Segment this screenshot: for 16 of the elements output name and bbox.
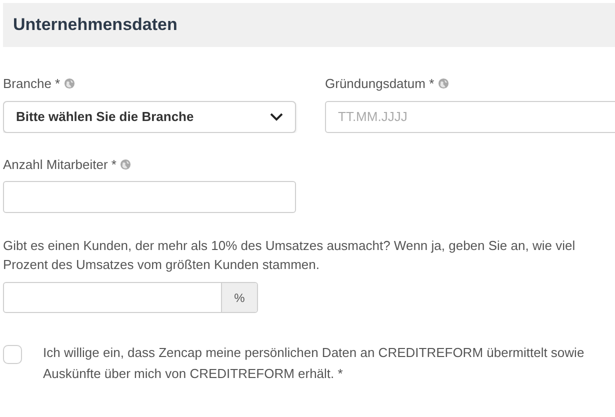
branch-select[interactable]: Bitte wählen Sie die Branche xyxy=(3,100,296,132)
percent-addon: % xyxy=(221,283,257,312)
field-label: Gründungsdatum * xyxy=(325,75,434,93)
consent-text: Ich willige ein, dass Zencap meine persönlichen Daten an CREDITREFORM übermittelt sowie Auskünfte über mich von CREDITREFORM erhält. * xyxy=(43,344,586,383)
help-icon[interactable] xyxy=(438,78,450,90)
help-icon[interactable] xyxy=(64,78,76,90)
consent-checkbox[interactable] xyxy=(3,345,22,364)
field-label: Branche * xyxy=(3,75,60,93)
chevron-down-icon xyxy=(270,112,283,120)
question-text: Gibt es einen Kunden, der mehr als 10% des Umsatzes ausmacht? Wenn ja, geben Sie an, wie viel Prozent des Umsatzes vom größten Kunden stammen. xyxy=(3,237,576,274)
text-field[interactable]: TT.MM.JJJJ xyxy=(325,100,615,132)
section-title: Unternehmensdaten xyxy=(13,14,178,36)
percent-input-group[interactable]: % xyxy=(3,282,258,313)
help-icon[interactable] xyxy=(120,158,132,170)
text-field[interactable] xyxy=(3,181,296,213)
field-label: Anzahl Mitarbeiter * xyxy=(3,156,116,174)
